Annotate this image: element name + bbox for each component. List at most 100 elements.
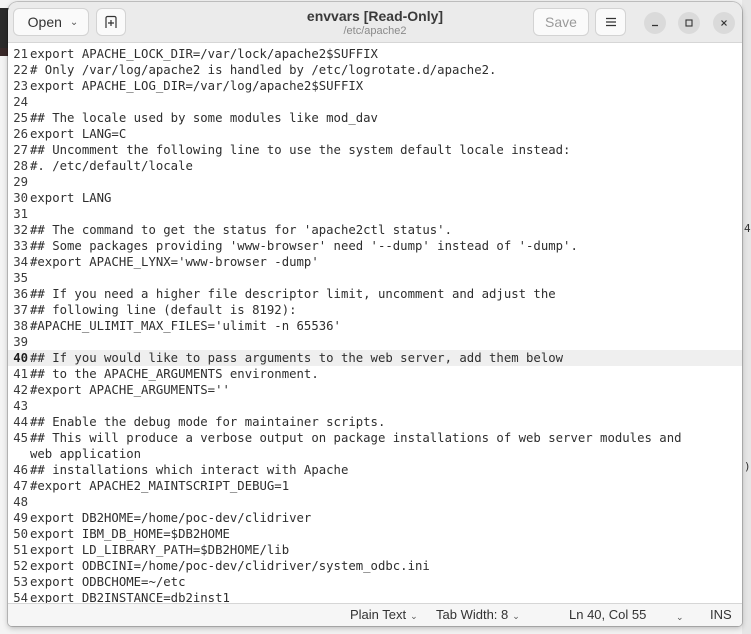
new-tab-button[interactable] [96, 8, 126, 36]
line-number: 45 [13, 431, 28, 445]
insert-mode-indicator[interactable]: INS [710, 607, 732, 623]
line-text: ## This will produce a verbose output on… [30, 431, 682, 445]
cursor-position-label: Ln 40, Col 55 [569, 607, 647, 622]
line-number: 24 [13, 95, 28, 109]
text-lines: 21 export APACHE_LOCK_DIR=/var/lock/apach… [8, 46, 742, 606]
line-number: 31 [13, 207, 28, 221]
header-bar: Open ⌄ envvars [Read-Only] /etc/apache2 … [8, 2, 742, 43]
new-tab-icon [105, 15, 117, 28]
text-line[interactable]: 40 ## If you would like to pass arguments… [8, 350, 742, 366]
text-line[interactable]: 45 ## This will produce a verbose output … [8, 430, 742, 446]
text-line[interactable]: 47 #export APACHE2_MAINTSCRIPT_DEBUG=1 [8, 478, 742, 494]
line-number: 28 [13, 159, 28, 173]
line-number: 26 [13, 127, 28, 141]
main-menu-button[interactable] [595, 8, 626, 36]
text-editor-window: Open ⌄ envvars [Read-Only] /etc/apache2 … [8, 2, 742, 626]
background-text: 4 [744, 222, 751, 235]
text-line[interactable]: 53 export ODBCHOME=~/etc [8, 574, 742, 590]
line-number: 52 [13, 559, 28, 573]
language-selector[interactable]: Plain Text ⌄ [350, 607, 418, 624]
text-line[interactable]: 46 ## installations which interact with A… [8, 462, 742, 478]
text-line[interactable]: 51 export LD_LIBRARY_PATH=$DB2HOME/lib [8, 542, 742, 558]
line-number: 34 [13, 255, 28, 269]
open-button[interactable]: Open ⌄ [13, 8, 89, 36]
text-line[interactable]: 24 [8, 94, 742, 110]
tab-width-selector[interactable]: Tab Width: 8 ⌄ [436, 607, 520, 624]
text-view[interactable]: 21 export APACHE_LOCK_DIR=/var/lock/apach… [8, 43, 742, 606]
text-line[interactable]: 28 #. /etc/default/locale [8, 158, 742, 174]
position-menu-chevron-icon[interactable]: ⌄ [676, 609, 684, 625]
line-text [28, 175, 30, 189]
text-line[interactable]: 52 export ODBCINI=/home/poc-dev/clidriver… [8, 558, 742, 574]
window-subtitle: /etc/apache2 [343, 25, 407, 37]
line-text: export IBM_DB_HOME=$DB2HOME [30, 527, 230, 541]
line-text: export LD_LIBRARY_PATH=$DB2HOME/lib [30, 543, 290, 557]
text-line[interactable]: 44 ## Enable the debug mode for maintaine… [8, 414, 742, 430]
text-line[interactable]: 31 [8, 206, 742, 222]
line-number: 50 [13, 527, 28, 541]
line-text: #export APACHE2_MAINTSCRIPT_DEBUG=1 [30, 479, 290, 493]
line-text: export APACHE_LOG_DIR=/var/log/apache2$S… [30, 79, 364, 93]
line-number: 40 [13, 351, 28, 365]
line-number: 27 [13, 143, 28, 157]
text-line[interactable]: 42 #export APACHE_ARGUMENTS='' [8, 382, 742, 398]
text-line[interactable]: 29 [8, 174, 742, 190]
text-line[interactable]: 21 export APACHE_LOCK_DIR=/var/lock/apach… [8, 46, 742, 62]
line-text: ## The locale used by some modules like … [30, 111, 378, 125]
close-button[interactable] [713, 12, 735, 34]
window-title: envvars [Read-Only] [306, 8, 444, 24]
text-line[interactable]: 23 export APACHE_LOG_DIR=/var/log/apache2… [8, 78, 742, 94]
line-text: ## following line (default is 8192): [30, 303, 297, 317]
line-number: 38 [13, 319, 28, 333]
line-number: 25 [13, 111, 28, 125]
text-line[interactable]: 36 ## If you need a higher file descripto… [8, 286, 742, 302]
maximize-icon [685, 19, 693, 27]
save-button[interactable]: Save [533, 8, 589, 36]
line-text: export ODBCINI=/home/poc-dev/clidriver/s… [30, 559, 430, 573]
text-line[interactable]: 26 export LANG=C [8, 126, 742, 142]
maximize-button[interactable] [678, 12, 700, 34]
text-line[interactable]: 37 ## following line (default is 8192): [8, 302, 742, 318]
line-text: ## Some packages providing 'www-browser'… [30, 239, 578, 253]
text-line[interactable]: 32 ## The command to get the status for '… [8, 222, 742, 238]
text-line[interactable]: 30 export LANG [8, 190, 742, 206]
text-line[interactable]: 41 ## to the APACHE_ARGUMENTS environment… [8, 366, 742, 382]
text-line[interactable]: 39 [8, 334, 742, 350]
tab-width-label: Tab Width: 8 [436, 607, 509, 622]
status-bar: Plain Text ⌄ Tab Width: 8 ⌄ Ln 40, Col 55 … [8, 603, 742, 626]
chevron-down-icon: ⌄ [512, 611, 520, 621]
text-line[interactable]: 33 ## Some packages providing 'www-browse… [8, 238, 742, 254]
cursor-position[interactable]: Ln 40, Col 55 [569, 607, 646, 623]
language-label: Plain Text [350, 607, 407, 622]
line-number: 44 [13, 415, 28, 429]
background-window-fragment [742, 0, 751, 634]
text-line[interactable]: 50 export IBM_DB_HOME=$DB2HOME [8, 526, 742, 542]
line-number: 30 [13, 191, 28, 205]
line-number: 48 [13, 495, 28, 509]
text-line[interactable]: 22 # Only /var/log/apache2 is handled by … [8, 62, 742, 78]
text-line[interactable]: 48 [8, 494, 742, 510]
line-number: 29 [13, 175, 28, 189]
line-number: 41 [13, 367, 28, 381]
line-number: 21 [13, 47, 28, 61]
wrapped-line-continuation: web application [30, 447, 142, 461]
line-text: #export APACHE_ARGUMENTS='' [30, 383, 230, 397]
text-line[interactable]: 38 #APACHE_ULIMIT_MAX_FILES='ulimit -n 65… [8, 318, 742, 334]
line-text: ## Uncomment the following line to use t… [30, 143, 571, 157]
text-line[interactable]: 35 [8, 270, 742, 286]
text-line[interactable]: 25 ## The locale used by some modules lik… [8, 110, 742, 126]
text-line[interactable]: 27 ## Uncomment the following line to use… [8, 142, 742, 158]
open-button-label: Open [27, 14, 62, 30]
window-title-area: envvars [Read-Only] /etc/apache2 [208, 8, 542, 38]
line-number: 53 [13, 575, 28, 589]
line-text [28, 271, 30, 285]
line-number: 39 [13, 335, 28, 349]
text-line[interactable]: 49 export DB2HOME=/home/poc-dev/clidriver [8, 510, 742, 526]
chevron-down-icon: ⌄ [69, 16, 79, 28]
line-number: 51 [13, 543, 28, 557]
text-line[interactable]: 43 [8, 398, 742, 414]
text-line[interactable]: 34 #export APACHE_LYNX='www-browser -dump… [8, 254, 742, 270]
line-text: #export APACHE_LYNX='www-browser -dump' [30, 255, 319, 269]
line-text: export DB2HOME=/home/poc-dev/clidriver [30, 511, 312, 525]
minimize-button[interactable] [644, 12, 666, 34]
